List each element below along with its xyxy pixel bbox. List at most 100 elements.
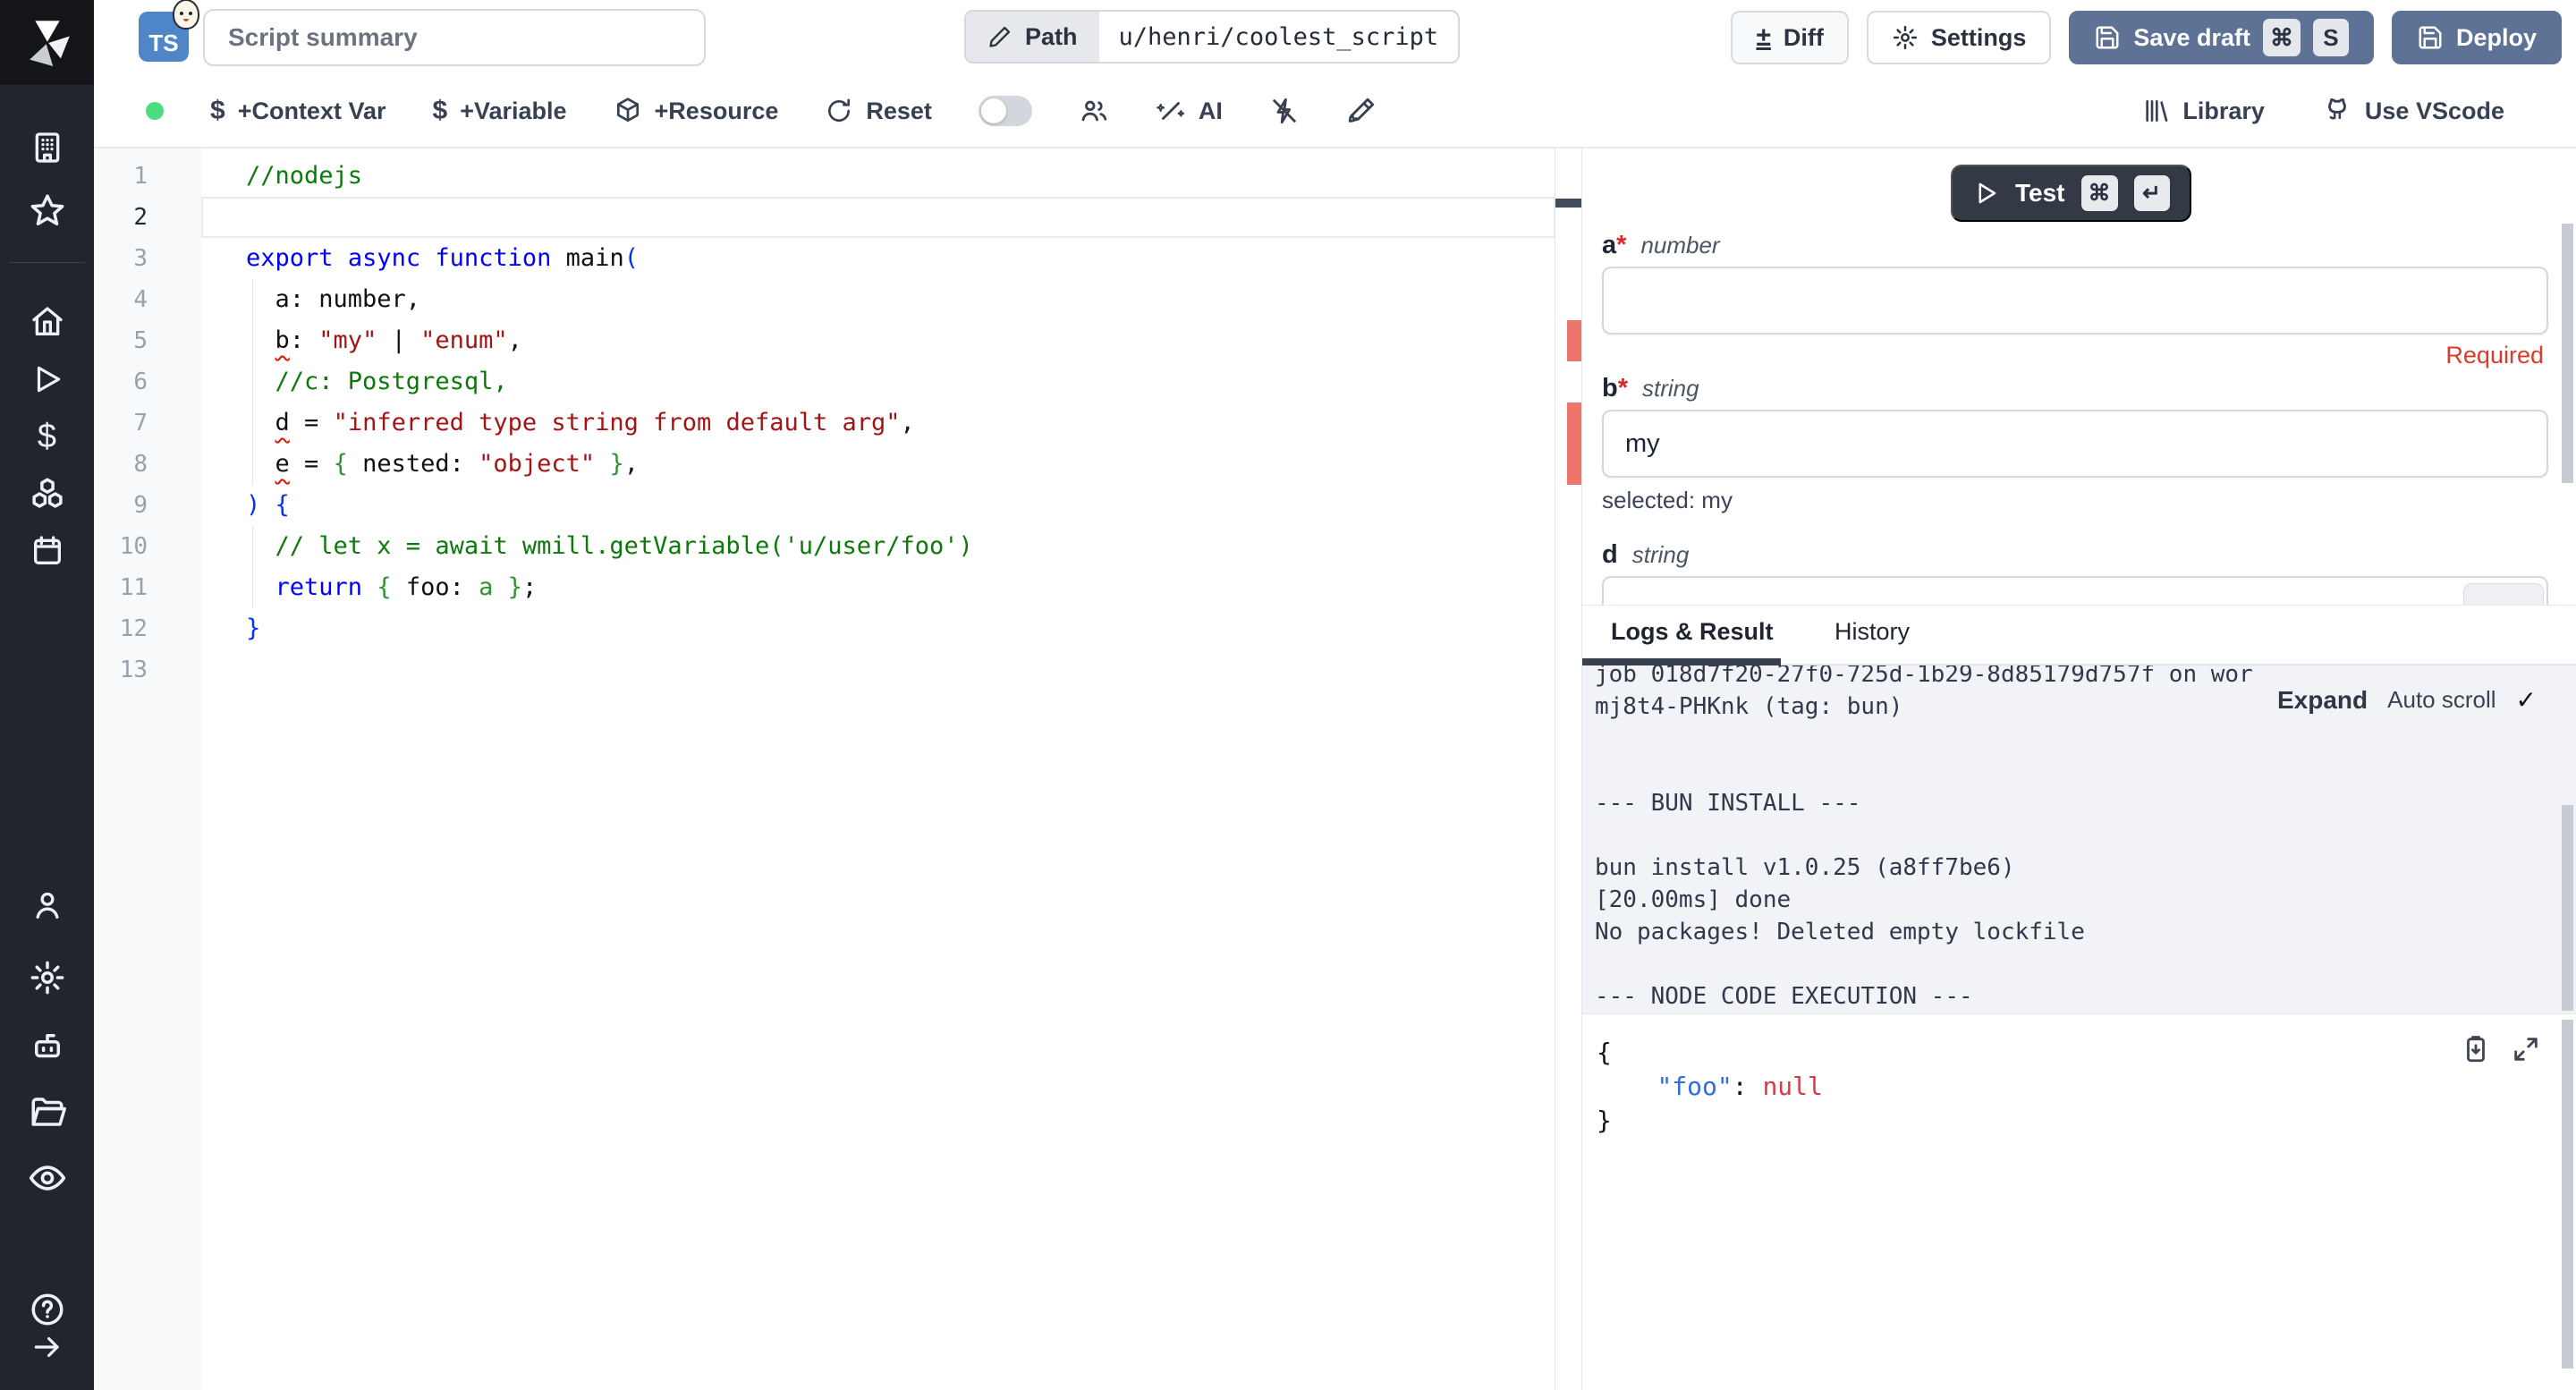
format-button[interactable]: [1346, 96, 1377, 126]
code-line[interactable]: 4 a: number,: [94, 279, 1581, 320]
code-text: ) {: [148, 485, 290, 526]
reset-button[interactable]: Reset: [825, 97, 932, 125]
variables-dollar-icon[interactable]: $: [0, 415, 94, 458]
line-number: 13: [94, 649, 148, 691]
save-draft-button-label: Save draft: [2133, 24, 2250, 52]
diff-mode-toggle[interactable]: [979, 96, 1032, 126]
code-line[interactable]: 2: [94, 197, 1581, 238]
editor-toolbar: $ +Context Var $ +Variable +Resource Res…: [94, 75, 2576, 148]
help-icon[interactable]: [0, 1288, 94, 1331]
expand-logs-button[interactable]: Expand: [2277, 686, 2368, 715]
audit-eye-icon[interactable]: [0, 1157, 94, 1199]
result-actions: [2461, 1034, 2541, 1064]
line-number: 3: [94, 238, 148, 279]
save-icon: [2417, 24, 2444, 51]
json-brace: }: [1597, 1106, 1612, 1135]
reset-label: Reset: [866, 97, 932, 125]
field-input-a[interactable]: [1602, 267, 2548, 335]
scrollbar-thumb[interactable]: [2562, 224, 2573, 483]
add-context-var-button[interactable]: $ +Context Var: [210, 96, 386, 126]
multiplayer-button[interactable]: [1079, 96, 1109, 126]
check-icon: ✓: [2516, 685, 2537, 715]
field-type: string: [1642, 375, 1699, 402]
selected-helper: selected: my: [1602, 487, 1733, 514]
windmill-script-editor: $ TS: [0, 0, 2576, 1390]
code-line[interactable]: 6 //c: Postgresql,: [94, 361, 1581, 403]
line-number: 4: [94, 279, 148, 320]
code-line[interactable]: 11 return { foo: a };: [94, 567, 1581, 608]
workers-robot-icon[interactable]: [0, 1025, 94, 1068]
result-json: { "foo": null }: [1597, 1036, 2576, 1138]
folders-icon[interactable]: [0, 1090, 94, 1133]
line-number: 10: [94, 526, 148, 567]
code-text: //c: Postgresql,: [148, 361, 508, 403]
save-icon: [2094, 24, 2121, 51]
code-line[interactable]: 13: [94, 649, 1581, 691]
code-line[interactable]: 8 e = { nested: "object" },: [94, 444, 1581, 485]
tab-history[interactable]: History: [1835, 618, 1910, 646]
collapse-arrow-icon[interactable]: [0, 1326, 94, 1369]
logs-output[interactable]: job 018d7f20-27f0-725d-1b29-8d85179d757f…: [1582, 665, 2576, 1013]
line-number: 2: [94, 197, 148, 238]
required-helper: Required: [2445, 342, 2544, 369]
json-key[interactable]: "foo": [1657, 1072, 1732, 1101]
dollar-icon: $: [433, 96, 448, 126]
settings-gear-icon[interactable]: [0, 956, 94, 999]
field-label-d: dstring: [1602, 540, 1689, 570]
sidebar: $: [0, 0, 94, 1390]
field-name: b: [1602, 374, 1618, 403]
line-number: 8: [94, 444, 148, 485]
diff-button[interactable]: ± Diff: [1731, 11, 1848, 64]
magic-wand-icon: [1156, 96, 1186, 126]
result-viewer: { "foo": null }: [1582, 1013, 2576, 1390]
add-resource-button[interactable]: +Resource: [614, 97, 779, 125]
deploy-button[interactable]: Deploy: [2392, 11, 2562, 64]
path-editor[interactable]: Path u/henri/coolest_script: [964, 10, 1460, 64]
disable-assistant-button[interactable]: [1269, 96, 1300, 126]
typescript-badge: TS: [139, 12, 189, 62]
scrollbar-thumb[interactable]: [2562, 1020, 2573, 1369]
add-variable-label: +Variable: [460, 97, 566, 125]
ai-button[interactable]: AI: [1156, 96, 1223, 126]
code-line[interactable]: 5 b: "my" | "enum",: [94, 320, 1581, 361]
overview-ruler-error-mark: [1567, 403, 1581, 485]
code-line[interactable]: 12}: [94, 608, 1581, 649]
workspace-building-icon[interactable]: [0, 126, 94, 169]
settings-button[interactable]: Settings: [1867, 11, 2052, 64]
library-button[interactable]: Library: [2141, 97, 2265, 125]
code-line[interactable]: 3export async function main(: [94, 238, 1581, 279]
favorites-star-icon[interactable]: [0, 189, 94, 232]
add-variable-button[interactable]: $ +Variable: [433, 96, 567, 126]
code-line[interactable]: 10 // let x = await wmill.getVariable('u…: [94, 526, 1581, 567]
auto-scroll-label[interactable]: Auto scroll: [2387, 686, 2496, 714]
resources-cubes-icon[interactable]: [0, 472, 94, 515]
tab-logs-result[interactable]: Logs & Result: [1611, 618, 1774, 646]
test-button[interactable]: Test ⌘ ↵: [1951, 165, 2191, 222]
user-icon[interactable]: [0, 884, 94, 927]
required-asterisk: *: [1616, 231, 1626, 259]
add-context-var-label: +Context Var: [238, 97, 386, 125]
code-text: [148, 649, 246, 691]
slashed-assistant-icon: [1269, 96, 1300, 126]
schedules-calendar-icon[interactable]: [0, 530, 94, 572]
status-dot: [146, 102, 164, 120]
save-draft-button[interactable]: Save draft ⌘ S: [2069, 11, 2374, 64]
code-line[interactable]: 9) {: [94, 485, 1581, 526]
kbd-cmd: ⌘: [2263, 19, 2301, 56]
code-editor[interactable]: 1//nodejs23export async function main(4 …: [94, 148, 1581, 1390]
path-value[interactable]: u/henri/coolest_script: [1099, 12, 1459, 62]
copy-clipboard-icon[interactable]: [2461, 1034, 2491, 1064]
script-summary-input[interactable]: [203, 9, 706, 66]
expand-result-icon[interactable]: [2511, 1034, 2541, 1064]
windmill-logo[interactable]: [0, 0, 94, 85]
header: TS Path u/henri/coolest_script ± Diff Se…: [94, 0, 2576, 75]
use-vscode-button[interactable]: Use VScode: [2322, 96, 2504, 126]
code-line[interactable]: 1//nodejs: [94, 156, 1581, 197]
runs-play-icon[interactable]: [0, 358, 94, 401]
code-text: b: "my" | "enum",: [148, 320, 522, 361]
scrollbar-thumb[interactable]: [2562, 805, 2573, 1011]
line-number: 5: [94, 320, 148, 361]
code-line[interactable]: 7 d = "inferred type string from default…: [94, 403, 1581, 444]
field-input-b[interactable]: [1602, 410, 2548, 478]
home-icon[interactable]: [0, 301, 94, 343]
